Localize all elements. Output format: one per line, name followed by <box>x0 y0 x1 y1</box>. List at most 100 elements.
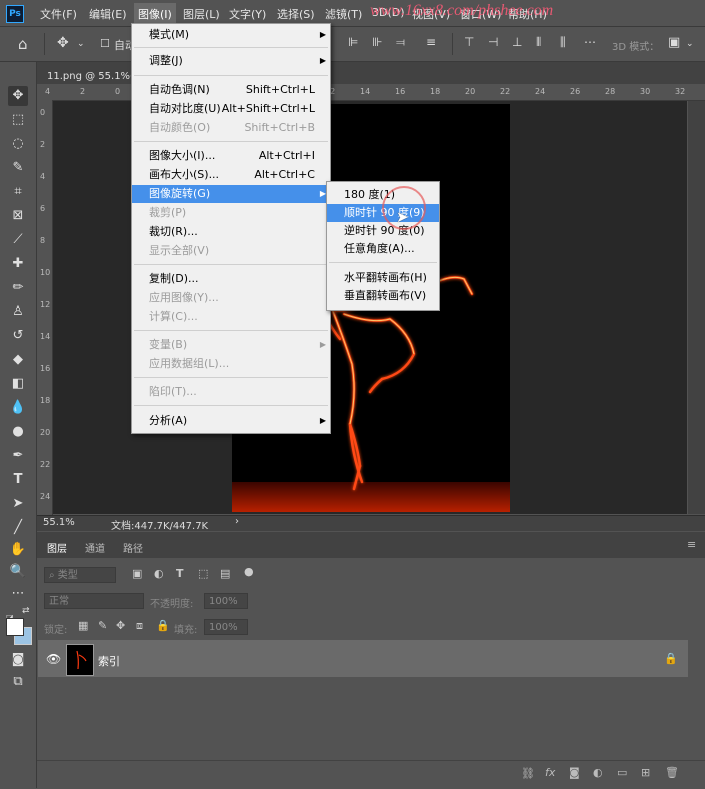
menu-item-canvas-size[interactable]: 画布大小(S)... Alt+Ctrl+C <box>132 166 330 184</box>
auto-select-checkbox[interactable]: ☐ <box>100 37 110 50</box>
menu-file[interactable]: 文件(F) <box>40 6 77 22</box>
filter-pixel-icon[interactable]: ▣ <box>132 567 142 580</box>
gradient-tool-icon[interactable]: ◧ <box>8 374 28 394</box>
lasso-tool-icon[interactable]: ◌ <box>8 134 28 154</box>
pen-tool-icon[interactable]: ✒ <box>8 446 28 466</box>
menu-item-trap[interactable]: 陷印(T)... <box>132 383 330 401</box>
crop-tool-icon[interactable]: ⌗ <box>8 182 28 202</box>
layer-mask-icon[interactable]: ◙ <box>569 766 580 779</box>
vertical-ruler[interactable]: 0 2 4 6 8 10 12 14 16 18 20 22 24 <box>37 100 53 515</box>
opacity-input[interactable]: 100% <box>204 593 248 609</box>
panel-menu-icon[interactable]: ≡ <box>687 538 696 551</box>
menu-item-rotate-90-ccw[interactable]: 逆时针 90 度(0) <box>327 222 439 240</box>
tab-channels[interactable]: 通道 <box>85 540 105 555</box>
visibility-eye-icon[interactable]: 👁 <box>46 652 61 666</box>
dodge-tool-icon[interactable]: ● <box>8 422 28 442</box>
align-bottom-icon[interactable]: ⊥ <box>512 35 522 49</box>
menu-item-flip-vertical[interactable]: 垂直翻转画布(V) <box>327 287 439 305</box>
menu-image[interactable]: 图像(I) <box>134 3 176 25</box>
line-tool-icon[interactable]: ╱ <box>8 518 28 538</box>
layer-filter-select[interactable]: ⌕ 类型 <box>44 567 116 583</box>
lock-all-icon[interactable]: 🔒 <box>156 619 170 632</box>
tab-paths[interactable]: 路径 <box>123 540 143 555</box>
menu-item-image-rotation[interactable]: 图像旋转(G) ▶ <box>132 185 330 203</box>
chevron-down-icon[interactable]: ⌄ <box>77 39 85 49</box>
fill-input[interactable]: 100% <box>204 619 248 635</box>
type-tool-icon[interactable]: T <box>8 470 28 490</box>
tab-layers[interactable]: 图层 <box>47 540 67 555</box>
menu-item-analysis[interactable]: 分析(A) ▶ <box>132 412 330 430</box>
status-arrow-icon[interactable]: › <box>235 516 239 527</box>
eraser-tool-icon[interactable]: ◆ <box>8 350 28 370</box>
menu-item-calculations[interactable]: 计算(C)... <box>132 308 330 326</box>
screen-mode-icon[interactable]: ⧉ <box>8 672 28 692</box>
frame-tool-icon[interactable]: ⊠ <box>8 206 28 226</box>
menu-item-auto-color[interactable]: 自动颜色(O) Shift+Ctrl+B <box>132 119 330 137</box>
layer-thumbnail[interactable] <box>66 644 94 676</box>
menu-item-duplicate[interactable]: 复制(D)... <box>132 270 330 288</box>
link-layers-icon[interactable]: ⛓ <box>521 767 535 780</box>
adjustment-layer-icon[interactable]: ◐ <box>593 766 603 779</box>
menu-item-mode[interactable]: 模式(M) ▶ <box>132 26 330 44</box>
quick-mask-icon[interactable]: ◙ <box>8 650 28 670</box>
vertical-scrollbar[interactable] <box>688 101 705 514</box>
more-tools-icon[interactable]: ⋯ <box>8 584 28 604</box>
filter-smart-object-icon[interactable]: ▤ <box>220 567 230 580</box>
menu-item-image-size[interactable]: 图像大小(I)... Alt+Ctrl+I <box>132 147 330 165</box>
brush-tool-icon[interactable]: ✏ <box>8 278 28 298</box>
clone-stamp-tool-icon[interactable]: ♙ <box>8 302 28 322</box>
foreground-color-swatch[interactable] <box>6 618 24 636</box>
layer-style-icon[interactable]: fx <box>545 766 555 779</box>
more-options-icon[interactable]: ⋯ <box>584 35 596 49</box>
distribute-icon[interactable]: ≡ <box>426 35 436 49</box>
menu-item-crop[interactable]: 裁剪(P) <box>132 204 330 222</box>
menu-layer[interactable]: 图层(L) <box>183 6 220 22</box>
menu-item-auto-contrast[interactable]: 自动对比度(U) Alt+Shift+Ctrl+L <box>132 100 330 118</box>
filter-toggle-icon[interactable]: ● <box>244 565 254 578</box>
menu-filter[interactable]: 滤镜(T) <box>325 6 362 22</box>
blur-tool-icon[interactable]: 💧 <box>8 398 28 418</box>
lock-artboard-icon[interactable]: ⧈ <box>136 619 143 633</box>
menu-type[interactable]: 文字(Y) <box>229 6 266 22</box>
move-tool-icon[interactable]: ✥ <box>57 35 69 51</box>
menu-item-adjustments[interactable]: 调整(J) ▶ <box>132 52 330 70</box>
menu-item-auto-tone[interactable]: 自动色调(N) Shift+Ctrl+L <box>132 81 330 99</box>
healing-brush-tool-icon[interactable]: ✚ <box>8 254 28 274</box>
path-select-tool-icon[interactable]: ➤ <box>8 494 28 514</box>
layer-row[interactable] <box>38 640 688 677</box>
zoom-tool-icon[interactable]: 🔍 <box>8 562 28 582</box>
align-center-icon[interactable]: ⊪ <box>372 35 382 49</box>
align-left-icon[interactable]: ⊫ <box>348 35 358 49</box>
new-layer-icon[interactable]: ⊞ <box>641 766 650 779</box>
distribute-h-icon[interactable]: ⦀ <box>536 35 541 50</box>
move-tool-icon[interactable]: ✥ <box>8 86 28 106</box>
eyedropper-tool-icon[interactable]: ⟋ <box>8 230 28 250</box>
filter-type-icon[interactable]: T <box>176 567 184 580</box>
marquee-tool-icon[interactable]: ⬚ <box>8 110 28 130</box>
workspace-chevron-icon[interactable]: ⌄ <box>686 39 694 49</box>
blend-mode-select[interactable]: 正常 <box>44 593 144 609</box>
menu-item-flip-horizontal[interactable]: 水平翻转画布(H) <box>327 269 439 287</box>
swap-colors-icon[interactable]: ⇄ <box>22 606 30 616</box>
lock-position-icon[interactable]: ✥ <box>116 619 125 632</box>
align-top-icon[interactable]: ⊤ <box>464 35 474 49</box>
align-middle-icon[interactable]: ⊣ <box>488 35 498 49</box>
menu-item-reveal-all[interactable]: 显示全部(V) <box>132 242 330 260</box>
delete-layer-icon[interactable]: 🗑 <box>665 766 679 779</box>
hand-tool-icon[interactable]: ✋ <box>8 540 28 560</box>
home-icon[interactable]: ⌂ <box>18 35 28 53</box>
align-right-icon[interactable]: ⫤ <box>396 35 405 50</box>
menu-item-arbitrary-angle[interactable]: 任意角度(A)... <box>327 240 439 258</box>
menu-item-variables[interactable]: 变量(B) ▶ <box>132 336 330 354</box>
menu-item-apply-image[interactable]: 应用图像(Y)... <box>132 289 330 307</box>
filter-shape-icon[interactable]: ⬚ <box>198 567 208 580</box>
filter-adjustment-icon[interactable]: ◐ <box>154 567 164 580</box>
layer-name[interactable]: 索引 <box>98 653 120 669</box>
lock-pixels-icon[interactable]: ✎ <box>98 619 107 632</box>
lock-transparent-icon[interactable]: ▦ <box>78 619 88 632</box>
distribute-v-icon[interactable]: ⫼ <box>560 35 566 50</box>
menu-edit[interactable]: 编辑(E) <box>89 6 127 22</box>
zoom-level[interactable]: 55.1% <box>43 517 75 528</box>
group-folder-icon[interactable]: ▭ <box>617 766 627 779</box>
quick-select-tool-icon[interactable]: ✎ <box>8 158 28 178</box>
